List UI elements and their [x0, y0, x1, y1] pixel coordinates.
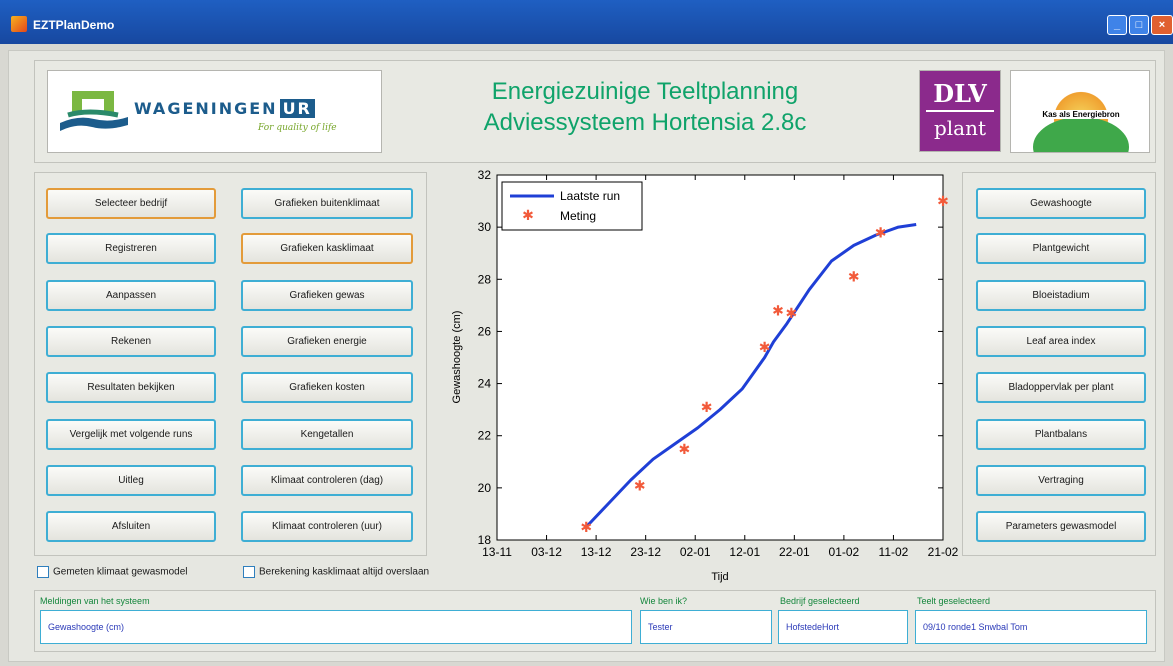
gemeten-klimaat-checkbox[interactable]: Gemeten klimaat gewasmodel — [37, 566, 188, 578]
app-title: Energiezuinige Teeltplanning Adviessyste… — [440, 76, 850, 138]
who-label: Wie ben ik? — [640, 596, 688, 606]
chart-legend: Laatste run ✱ Meting — [501, 181, 643, 231]
crop-height-chart: 182022242628303213-11 03-12 13-12 23-12 02-0… — [451, 170, 959, 583]
grafieken-kasklimaat-button[interactable]: Grafieken kasklimaat — [241, 233, 413, 264]
kas-als-energiebron-logo: Kas als Energiebron — [1010, 70, 1150, 153]
meting-point: ✱ — [875, 224, 887, 240]
x-tick-label: 12-01 — [729, 545, 760, 559]
wageningen-logo: WAGENINGEN UR For quality of life — [47, 70, 382, 153]
meting-point: ✱ — [580, 519, 592, 535]
wur-mark-icon — [60, 91, 128, 131]
plantgewicht-button[interactable]: Plantgewicht — [976, 233, 1146, 264]
app-title-line1: Energiezuinige Teeltplanning — [491, 78, 799, 105]
gemeten-klimaat-label: Gemeten klimaat gewasmodel — [53, 566, 188, 578]
resultaten-bekijken-button[interactable]: Resultaten bekijken — [46, 372, 216, 403]
messages-label: Meldingen van het systeem — [40, 596, 150, 606]
bladoppervlak-per-plant-button[interactable]: Bladoppervlak per plant — [976, 372, 1146, 403]
who-field: Tester — [640, 610, 772, 644]
klimaat-controleren-uur-button[interactable]: Klimaat controleren (uur) — [241, 511, 413, 542]
crop-label: Teelt geselecteerd — [917, 596, 991, 606]
plantbalans-button[interactable]: Plantbalans — [976, 419, 1146, 450]
uitleg-button[interactable]: Uitleg — [46, 465, 216, 496]
dlv-logo-line2: plant — [933, 116, 987, 140]
minimize-button[interactable]: _ — [1107, 15, 1127, 35]
legend-label-meting: Meting — [560, 209, 596, 223]
chart-y-label: Gewashoogte (cm) — [451, 311, 463, 404]
wur-logo-ur: UR — [279, 99, 315, 118]
y-tick-label: 32 — [478, 170, 492, 182]
meting-point: ✱ — [678, 441, 690, 457]
x-tick-label: 23-12 — [630, 545, 661, 559]
legend-label-laatste-run: Laatste run — [560, 189, 620, 203]
y-tick-label: 20 — [478, 481, 492, 495]
x-tick-label: 13-12 — [581, 545, 612, 559]
meting-point: ✱ — [937, 193, 949, 209]
leaf-area-index-button[interactable]: Leaf area index — [976, 326, 1146, 357]
dlv-plant-logo: DLV plant — [919, 70, 1001, 152]
matlab-icon — [11, 16, 27, 32]
maximize-button[interactable]: □ — [1129, 15, 1149, 35]
messages-field: Gewashoogte (cm) — [40, 610, 632, 644]
checkbox-box[interactable] — [37, 566, 49, 578]
meting-point: ✱ — [634, 477, 646, 493]
aanpassen-button[interactable]: Aanpassen — [46, 280, 216, 311]
meting-point: ✱ — [848, 269, 860, 285]
x-tick-label: 02-01 — [680, 545, 711, 559]
y-tick-label: 26 — [478, 324, 492, 338]
selecteer-bedrijf-button[interactable]: Selecteer bedrijf — [46, 188, 216, 219]
grafieken-buitenklimaat-button[interactable]: Grafieken buitenklimaat — [241, 188, 413, 219]
y-tick-label: 22 — [478, 429, 492, 443]
legend-marker-swatch: ✱ — [522, 207, 534, 223]
vertraging-button[interactable]: Vertraging — [976, 465, 1146, 496]
grafieken-kosten-button[interactable]: Grafieken kosten — [241, 372, 413, 403]
y-tick-label: 28 — [478, 272, 492, 286]
meting-point: ✱ — [772, 303, 784, 319]
x-tick-label: 01-02 — [829, 545, 860, 559]
left-button-panel — [34, 172, 427, 556]
close-button[interactable]: × — [1151, 15, 1173, 35]
x-tick-label: 21-02 — [928, 545, 959, 559]
x-tick-label: 11-02 — [879, 545, 909, 559]
wur-tagline: For quality of life — [258, 123, 337, 133]
meting-point: ✱ — [785, 305, 797, 321]
checkbox-box[interactable] — [243, 566, 255, 578]
crop-field: 09/10 ronde1 Snwbal Tom — [915, 610, 1147, 644]
company-field: HofstedeHort — [778, 610, 908, 644]
grafieken-energie-button[interactable]: Grafieken energie — [241, 326, 413, 357]
grafieken-gewas-button[interactable]: Grafieken gewas — [241, 280, 413, 311]
right-button-panel — [962, 172, 1156, 556]
title-bar: EZTPlanDemo _ □ × — [0, 0, 1173, 44]
window-title: EZTPlanDemo — [33, 18, 115, 32]
company-label: Bedrijf geselecteerd — [780, 596, 860, 606]
parameters-gewasmodel-button[interactable]: Parameters gewasmodel — [976, 511, 1146, 542]
x-tick-label: 13-11 — [482, 545, 512, 559]
rekenen-button[interactable]: Rekenen — [46, 326, 216, 357]
dlv-logo-line1: DLV — [933, 79, 987, 108]
x-tick-label: 22-01 — [779, 545, 810, 559]
registreren-button[interactable]: Registreren — [46, 233, 216, 264]
afsluiten-button[interactable]: Afsluiten — [46, 511, 216, 542]
klimaat-controleren-dag-button[interactable]: Klimaat controleren (dag) — [241, 465, 413, 496]
vergelijk-met-volgende-runs-button[interactable]: Vergelijk met volgende runs — [46, 419, 216, 450]
app-title-line2: Adviessysteem Hortensia 2.8c — [483, 109, 807, 136]
bloeistadium-button[interactable]: Bloeistadium — [976, 280, 1146, 311]
meting-point: ✱ — [759, 339, 771, 355]
berekening-kasklimaat-label: Berekening kasklimaat altijd overslaan — [259, 566, 430, 578]
berekening-kasklimaat-checkbox[interactable]: Berekening kasklimaat altijd overslaan — [243, 566, 429, 578]
y-tick-label: 30 — [478, 220, 492, 234]
gewashoogte-button[interactable]: Gewashoogte — [976, 188, 1146, 219]
chart-x-label: Tijd — [711, 571, 728, 583]
x-tick-label: 03-12 — [531, 545, 562, 559]
meting-point: ✱ — [701, 399, 713, 415]
kas-logo-text: Kas als Energiebron — [1041, 110, 1121, 119]
kengetallen-button[interactable]: Kengetallen — [241, 419, 413, 450]
y-tick-label: 24 — [478, 377, 492, 391]
wur-logo-text: WAGENINGEN — [134, 99, 278, 118]
